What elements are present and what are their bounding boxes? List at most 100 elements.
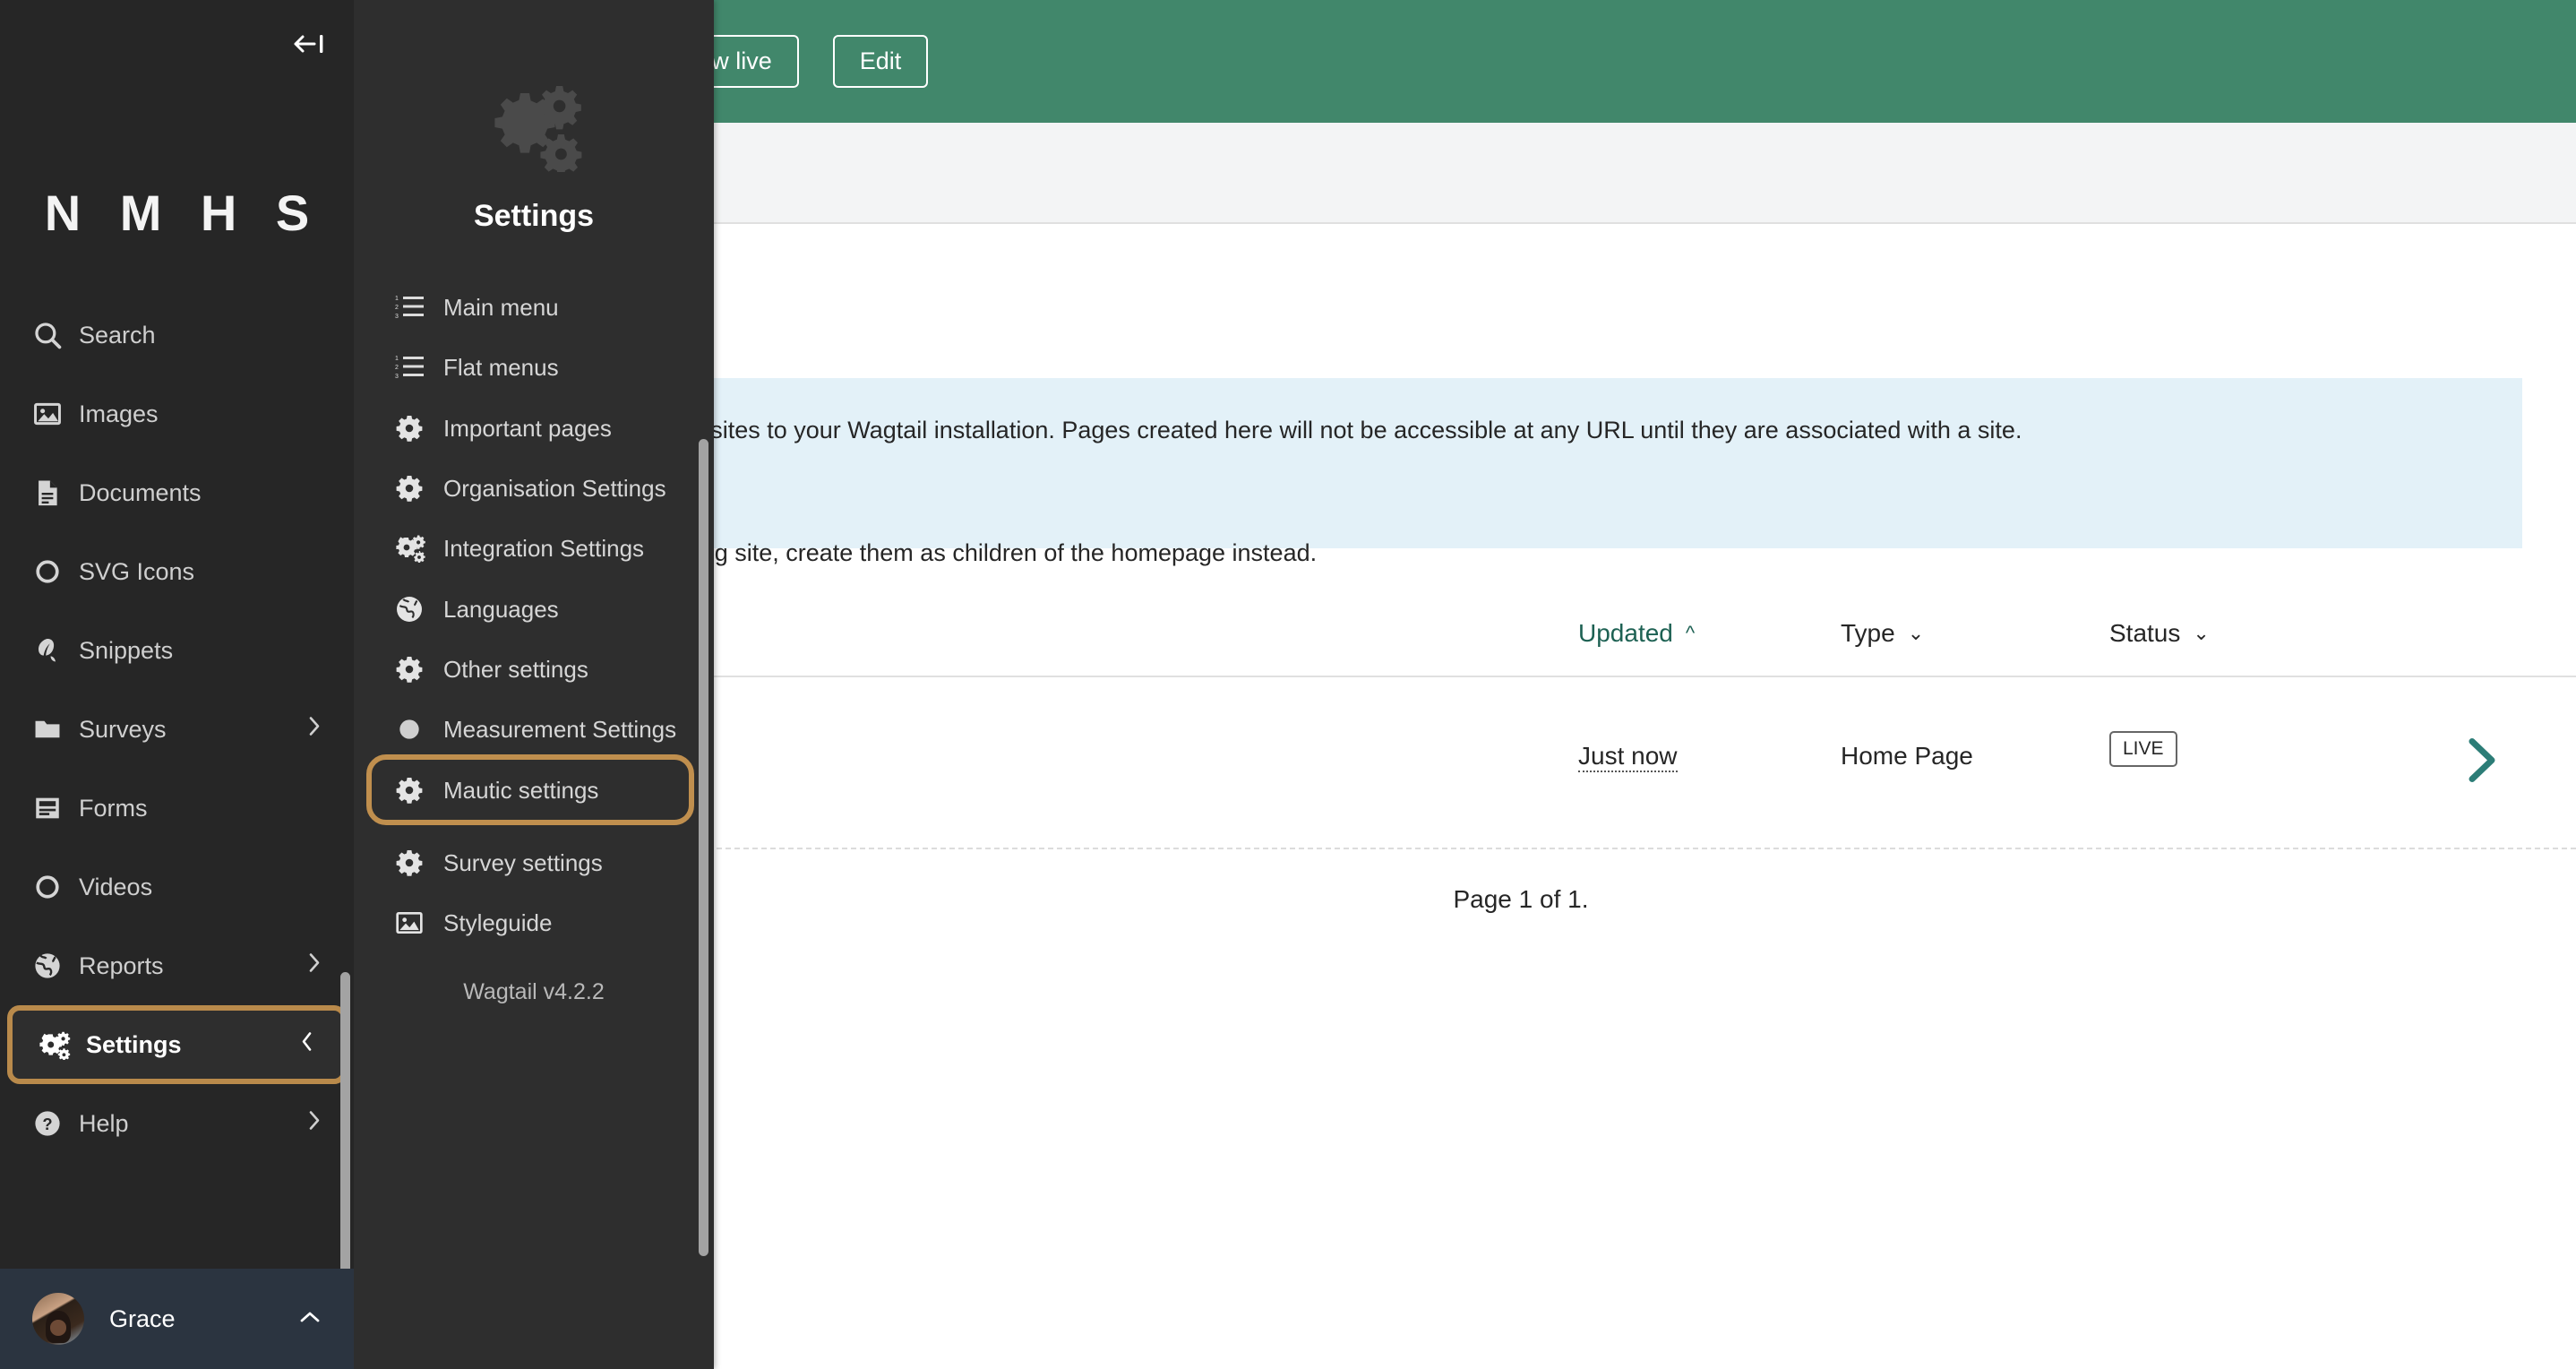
- submenu-item-label: Languages: [443, 595, 559, 623]
- svg-text:2: 2: [395, 365, 399, 371]
- submenu-title: Settings: [473, 199, 595, 233]
- column-header-status-label: Status: [2109, 619, 2181, 647]
- submenu-item-styleguide[interactable]: Styleguide: [354, 892, 714, 952]
- sidebar-item-help[interactable]: ? Help: [0, 1084, 354, 1163]
- globe-icon: [395, 593, 443, 624]
- submenu-item-label: Other settings: [443, 655, 588, 683]
- svg-text:1: 1: [395, 356, 399, 362]
- chevron-down-icon: ⌄: [1907, 622, 1925, 644]
- sidebar-item-videos[interactable]: Videos: [0, 848, 354, 926]
- circle-icon: [32, 556, 79, 587]
- image-icon: [395, 907, 443, 937]
- submenu-scrollbar[interactable]: [699, 439, 708, 1256]
- user-account-button[interactable]: Grace: [0, 1269, 354, 1369]
- wagtail-admin-window: published. View live Edit here you can a…: [0, 0, 2576, 1369]
- sidebar-item-label: Help: [79, 1109, 129, 1137]
- sidebar-item-svg-icons[interactable]: SVG Icons: [0, 532, 354, 611]
- sidebar-item-images[interactable]: Images: [0, 375, 354, 453]
- info-panel-line-2: add pages to an existing site, create th…: [466, 539, 1318, 566]
- submenu-item-label: Organisation Settings: [443, 474, 666, 502]
- sidebar-item-label: Snippets: [79, 636, 174, 664]
- submenu-item-other-settings[interactable]: Other settings: [354, 639, 714, 699]
- sidebar-item-snippets[interactable]: Snippets: [0, 611, 354, 690]
- ordered-list-icon: 1 2 3: [395, 291, 443, 320]
- submenu-item-flat-menus[interactable]: 1 2 3 Flat menus: [354, 337, 714, 397]
- submenu-item-integration-settings[interactable]: Integration Settings: [354, 518, 714, 578]
- submenu-item-label: Measurement Settings: [443, 716, 677, 744]
- column-header-updated-label: Updated: [1578, 619, 1673, 647]
- info-panel-line-1: here you can add new sites to your Wagta…: [466, 417, 2022, 443]
- sidebar-item-label: Videos: [79, 873, 153, 900]
- submenu-item-label: Main menu: [443, 294, 559, 321]
- column-header-type-label: Type: [1841, 619, 1895, 647]
- gears-icon: [354, 82, 714, 172]
- sidebar-item-surveys[interactable]: Surveys: [0, 690, 354, 769]
- snippet-leaf-icon: [32, 635, 79, 666]
- sidebar-item-reports[interactable]: Reports: [0, 926, 354, 1005]
- submenu-item-measurement-settings[interactable]: Measurement Settings: [354, 699, 714, 759]
- column-header-type[interactable]: Type ⌄: [1841, 619, 1924, 648]
- sidebar-item-search[interactable]: Search: [0, 296, 354, 375]
- sidebar-item-label: Forms: [79, 794, 148, 822]
- chevron-right-icon: [307, 715, 322, 745]
- cog-icon: [395, 847, 443, 877]
- sidebar-item-documents[interactable]: Documents: [0, 453, 354, 532]
- sidebar-item-label: Search: [79, 321, 156, 349]
- chevron-right-icon: [307, 1109, 322, 1139]
- settings-submenu-panel: Settings 1 2 3 Main menu 1 2 3 Flat menus Im…: [354, 0, 714, 1369]
- ordered-list-icon: 1 2 3: [395, 351, 443, 380]
- submenu-item-mautic-settings[interactable]: Mautic settings: [366, 753, 694, 825]
- sidebar-item-label: Surveys: [79, 715, 167, 743]
- sidebar-item-settings[interactable]: Settings: [7, 1005, 347, 1084]
- cell-updated[interactable]: Just now: [1578, 742, 1678, 772]
- column-header-status[interactable]: Status ⌄: [2109, 619, 2210, 648]
- svg-text:2: 2: [395, 305, 399, 311]
- submenu-item-main-menu[interactable]: 1 2 3 Main menu: [354, 277, 714, 337]
- sidebar-scrollbar[interactable]: [340, 972, 350, 1269]
- sidebar-item-forms[interactable]: Forms: [0, 769, 354, 848]
- submenu-item-label: Survey settings: [443, 848, 603, 876]
- submenu-item-important-pages[interactable]: Important pages: [354, 398, 714, 458]
- cog-icon: [395, 412, 443, 443]
- submenu-item-label: Integration Settings: [443, 535, 645, 563]
- chevron-right-icon: [307, 951, 322, 981]
- user-name: Grace: [109, 1304, 176, 1332]
- cell-type: Home Page: [1841, 742, 1973, 770]
- info-panel-link-line: ow.: [466, 470, 2522, 507]
- circle-icon: [32, 872, 79, 902]
- form-icon: [32, 793, 79, 823]
- submenu-item-survey-settings[interactable]: Survey settings: [354, 832, 714, 892]
- gears-icon: [395, 532, 443, 564]
- sidebar-item-label: Images: [79, 400, 159, 427]
- chevron-up-icon: [298, 1309, 322, 1330]
- sidebar-top: N M H S: [0, 0, 354, 296]
- avatar: [32, 1293, 84, 1345]
- folder-icon: [32, 714, 79, 745]
- globe-icon: [32, 951, 79, 981]
- svg-text:3: 3: [395, 374, 399, 380]
- svg-text:1: 1: [395, 296, 399, 302]
- submenu-item-languages[interactable]: Languages: [354, 579, 714, 639]
- sidebar-item-label: SVG Icons: [79, 557, 195, 585]
- wagtail-version: Wagtail v4.2.2: [463, 979, 605, 1005]
- sidebar-item-label: Documents: [79, 478, 202, 506]
- chevron-right-icon[interactable]: [2465, 736, 2501, 789]
- submenu-item-organisation-settings[interactable]: Organisation Settings: [354, 458, 714, 518]
- sort-asc-icon: ^: [1685, 622, 1696, 644]
- question-circle-icon: ?: [32, 1108, 79, 1139]
- edit-button[interactable]: Edit: [832, 35, 929, 88]
- cog-icon: [395, 472, 443, 503]
- cog-icon: [395, 774, 443, 805]
- submenu-item-label: Flat menus: [443, 354, 559, 382]
- column-header-updated[interactable]: Updated ^: [1578, 619, 1695, 648]
- submenu-item-label: Styleguide: [443, 909, 553, 937]
- svg-text:?: ?: [42, 1115, 52, 1133]
- cog-icon: [395, 653, 443, 684]
- submenu-items: 1 2 3 Main menu 1 2 3 Flat menus Important p…: [354, 277, 714, 952]
- submenu-header: Settings: [354, 0, 714, 234]
- main-sidebar: N M H S Search Images Documents SVG Icon…: [0, 0, 354, 1369]
- sidebar-nav: Search Images Documents SVG Icons Snippe…: [0, 296, 354, 1269]
- collapse-left-icon[interactable]: [291, 25, 329, 63]
- dot-icon: [395, 713, 443, 744]
- document-icon: [32, 478, 79, 508]
